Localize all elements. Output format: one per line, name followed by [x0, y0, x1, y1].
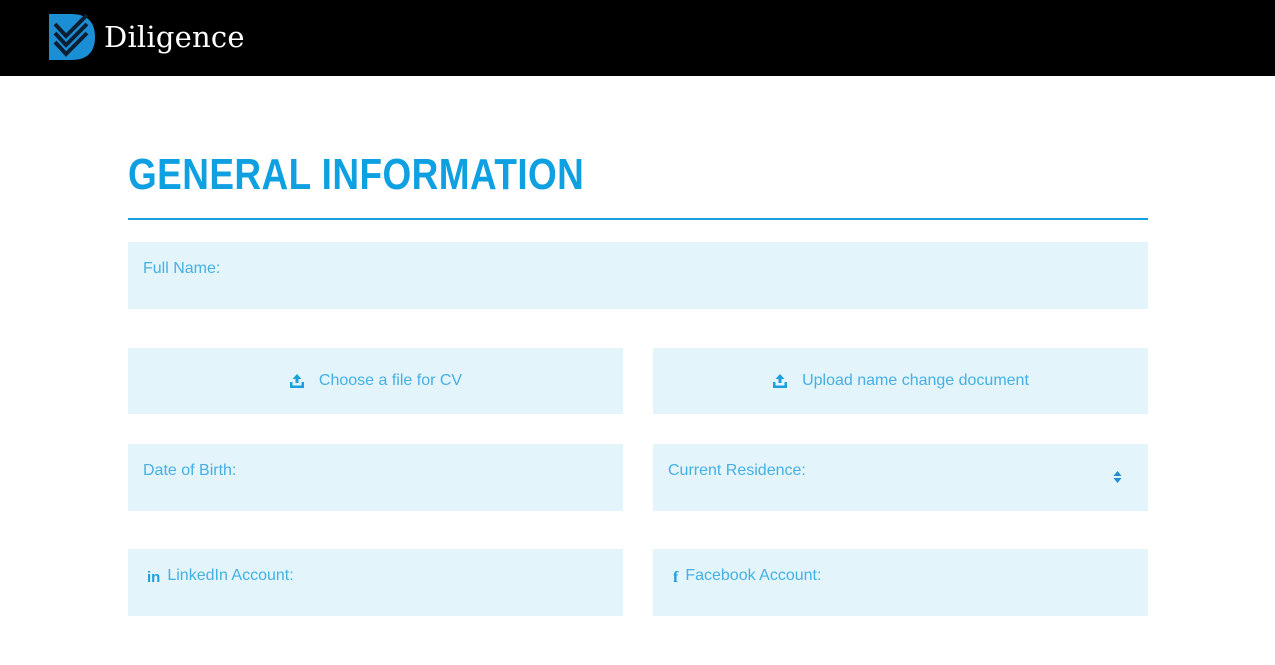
upload-icon — [773, 374, 788, 388]
cv-upload-label: Choose a file for CV — [318, 372, 463, 389]
linkedin-icon: in — [147, 569, 161, 586]
full-name-label: Full Name: — [143, 260, 221, 277]
date-of-birth-label: Date of Birth: — [143, 462, 237, 479]
facebook-label: Facebook Account: — [685, 567, 822, 584]
brand-name: Diligence — [104, 19, 245, 54]
cv-upload-button[interactable]: Choose a file for CV — [128, 348, 623, 414]
name-change-upload-button[interactable]: Upload name change document — [653, 348, 1148, 414]
current-residence-label: Current Residence: — [668, 462, 806, 479]
brand-logo[interactable]: Diligence — [49, 12, 245, 62]
title-divider — [128, 218, 1148, 220]
linkedin-account-input[interactable]: in LinkedIn Account: — [128, 549, 623, 616]
linkedin-label: LinkedIn Account: — [167, 567, 294, 584]
page-title: GENERAL INFORMATION — [128, 150, 585, 199]
top-navbar: Diligence — [0, 0, 1275, 76]
facebook-account-input[interactable]: f Facebook Account: — [653, 549, 1148, 616]
select-arrows-icon — [1113, 471, 1122, 483]
full-name-input[interactable]: Full Name: — [128, 242, 1148, 309]
upload-icon — [289, 374, 304, 388]
name-change-upload-label: Upload name change document — [802, 372, 1029, 389]
date-of-birth-input[interactable]: Date of Birth: — [128, 444, 623, 511]
current-residence-select[interactable]: Current Residence: — [653, 444, 1148, 511]
diligence-logo-icon — [49, 13, 95, 60]
facebook-icon: f — [673, 569, 679, 586]
